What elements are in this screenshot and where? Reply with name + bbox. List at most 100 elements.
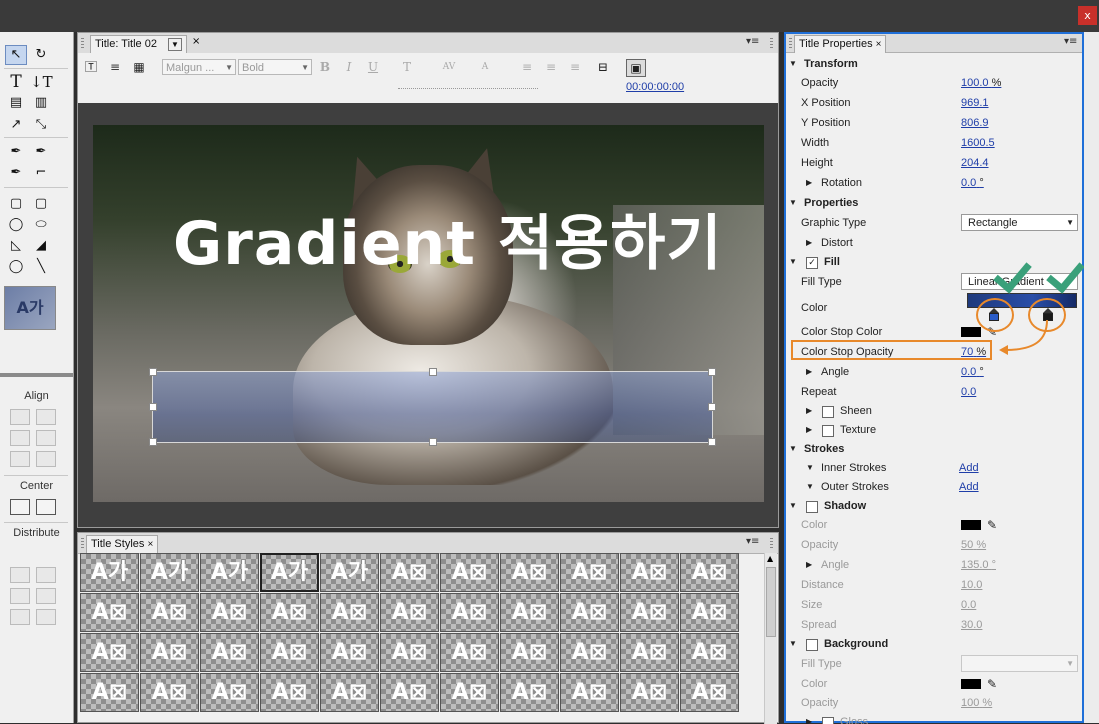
title-style-swatch[interactable]: A⊠ (200, 633, 259, 672)
section-properties[interactable]: ▼ Properties (786, 193, 1082, 213)
title-style-swatch[interactable]: A⊠ (680, 553, 739, 592)
resize-handle[interactable] (708, 403, 716, 411)
styles-scrollbar[interactable]: ▲ (764, 553, 777, 724)
expanded-triangle-icon[interactable]: ▼ (789, 54, 797, 74)
expanded-triangle-icon[interactable]: ▼ (789, 496, 797, 516)
resize-handle[interactable] (149, 403, 157, 411)
distribute-middle-icon[interactable] (36, 609, 56, 625)
expanded-triangle-icon[interactable]: ▼ (789, 634, 797, 654)
delete-anchor-tool-icon[interactable]: ✒ (30, 142, 52, 162)
prop-value[interactable]: 50 % (961, 535, 986, 555)
collapsed-triangle-icon[interactable]: ▶ (806, 712, 812, 724)
resize-handle[interactable] (708, 438, 716, 446)
resize-handle[interactable] (149, 368, 157, 376)
title-style-swatch[interactable]: A⊠ (560, 593, 619, 632)
vertical-area-type-tool-icon[interactable]: ▥ (30, 93, 52, 113)
italic-icon[interactable]: I (340, 59, 358, 75)
title-style-swatch[interactable]: A⊠ (140, 593, 199, 632)
title-style-swatch[interactable]: A⊠ (200, 593, 259, 632)
title-style-swatch[interactable]: A⊠ (140, 673, 199, 712)
align-text-center-icon[interactable]: ≡ (542, 59, 560, 75)
expanded-triangle-icon[interactable]: ▼ (789, 439, 797, 459)
rotation-tool-icon[interactable]: ↻ (30, 45, 52, 65)
graphic-type-select[interactable]: Rectangle ▼ (961, 214, 1078, 231)
title-style-swatch[interactable]: A⊠ (440, 553, 499, 592)
distribute-left-icon[interactable] (10, 567, 30, 583)
expanded-triangle-icon[interactable]: ▼ (806, 458, 814, 478)
add-inner-stroke-link[interactable]: Add (959, 458, 979, 478)
rounded-rectangle-tool-icon[interactable]: ▢ (30, 194, 52, 214)
ellipse-tool-icon[interactable]: ◯ (5, 257, 27, 277)
collapsed-triangle-icon[interactable]: ▶ (806, 401, 812, 421)
align-left-icon[interactable] (10, 409, 30, 425)
title-canvas[interactable]: Gradient 적용하기 (78, 103, 778, 527)
pen-tool-icon[interactable]: ✒ (5, 142, 27, 162)
title-style-swatch[interactable]: A⊠ (500, 593, 559, 632)
properties-scrollbar-track[interactable] (1084, 32, 1099, 723)
prop-value[interactable]: 969.1 (961, 93, 989, 113)
title-style-swatch[interactable]: A⊠ (320, 673, 379, 712)
line-tool-icon[interactable]: ╲ (30, 257, 52, 277)
rectangle-tool-icon[interactable]: ▢ (5, 194, 27, 214)
title-dropdown-icon[interactable]: ▼ (168, 38, 183, 51)
sheen-checkbox[interactable] (822, 406, 834, 418)
prop-value[interactable]: 135.0 ° (961, 555, 996, 575)
title-style-swatch[interactable]: A⊠ (320, 593, 379, 632)
vertical-path-type-tool-icon[interactable]: ⤡ (30, 115, 52, 135)
distribute-center-icon[interactable] (36, 567, 56, 583)
collapsed-triangle-icon[interactable]: ▶ (806, 555, 812, 575)
title-style-swatch[interactable]: A⊠ (620, 633, 679, 672)
arc-tool-icon[interactable]: ◢ (30, 236, 52, 256)
resize-handle[interactable] (429, 438, 437, 446)
section-transform[interactable]: ▼ Transform (786, 54, 1082, 74)
tab-close-icon[interactable]: × (192, 36, 200, 47)
add-anchor-tool-icon[interactable]: ✒ (5, 163, 27, 183)
title-style-swatch[interactable]: A⊠ (380, 593, 439, 632)
align-right-icon[interactable] (10, 430, 30, 446)
panel-grip-icon[interactable] (81, 538, 84, 548)
resize-handle[interactable] (708, 368, 716, 376)
section-background[interactable]: ▼ Background (786, 634, 1082, 654)
add-outer-stroke-link[interactable]: Add (959, 477, 979, 497)
title-style-swatch[interactable]: A가 (320, 553, 379, 592)
path-type-tool-icon[interactable]: ↗ (5, 115, 27, 135)
title-style-swatch[interactable]: A⊠ (200, 673, 259, 712)
align-text-right-icon[interactable]: ≡ (566, 59, 584, 75)
title-style-swatch[interactable]: A⊠ (80, 673, 139, 712)
collapsed-triangle-icon[interactable]: ▶ (806, 420, 812, 440)
area-type-tool-icon[interactable]: ▤ (5, 93, 27, 113)
panel-menu-icon[interactable]: ▾≡ (746, 536, 759, 547)
title-style-swatch[interactable]: A가 (140, 553, 199, 592)
title-style-swatch[interactable]: A⊠ (260, 633, 319, 672)
eyedropper-icon[interactable]: ✎ (987, 515, 997, 535)
expanded-triangle-icon[interactable]: ▼ (789, 252, 797, 272)
font-style-select[interactable]: Bold ▼ (238, 59, 312, 75)
panel-menu-icon[interactable]: ▾≡ (746, 36, 759, 47)
tab-title-styles[interactable]: Title Styles × (86, 535, 159, 553)
title-style-swatch[interactable]: A⊠ (620, 593, 679, 632)
title-style-swatch[interactable]: A⊠ (500, 673, 559, 712)
eyedropper-icon[interactable]: ✎ (987, 674, 997, 694)
clipped-rectangle-tool-icon[interactable]: ⬭ (30, 215, 52, 235)
underline-icon[interactable]: U (364, 59, 382, 75)
type-tool-icon[interactable]: T (5, 72, 27, 92)
title-style-swatch[interactable]: A⊠ (680, 633, 739, 672)
leading-icon[interactable]: A (476, 59, 494, 75)
prop-value[interactable]: 100.0 % (961, 73, 1001, 93)
stop-color-swatch[interactable] (961, 327, 981, 337)
tab-title-properties[interactable]: Title Properties × (794, 35, 887, 53)
rounded-corner-tool-icon[interactable]: ◯ (5, 215, 27, 235)
title-style-swatch[interactable]: A가 (200, 553, 259, 592)
kerning-icon[interactable]: AV (440, 59, 458, 75)
tab-stops-icon[interactable]: ≡ (106, 59, 124, 75)
panel-grip-icon[interactable] (81, 38, 84, 48)
distribute-even-icon[interactable] (36, 588, 56, 604)
align-middle-icon[interactable] (10, 451, 30, 467)
panel-grip-icon[interactable] (770, 38, 773, 48)
title-style-swatch[interactable]: A⊠ (560, 673, 619, 712)
section-strokes[interactable]: ▼ Strokes (786, 439, 1082, 459)
align-text-left-icon[interactable]: ≡ (518, 59, 536, 75)
styles-scroll-thumb[interactable] (766, 567, 776, 637)
prop-value[interactable]: 1600.5 (961, 133, 995, 153)
shadow-color-swatch[interactable] (961, 520, 981, 530)
